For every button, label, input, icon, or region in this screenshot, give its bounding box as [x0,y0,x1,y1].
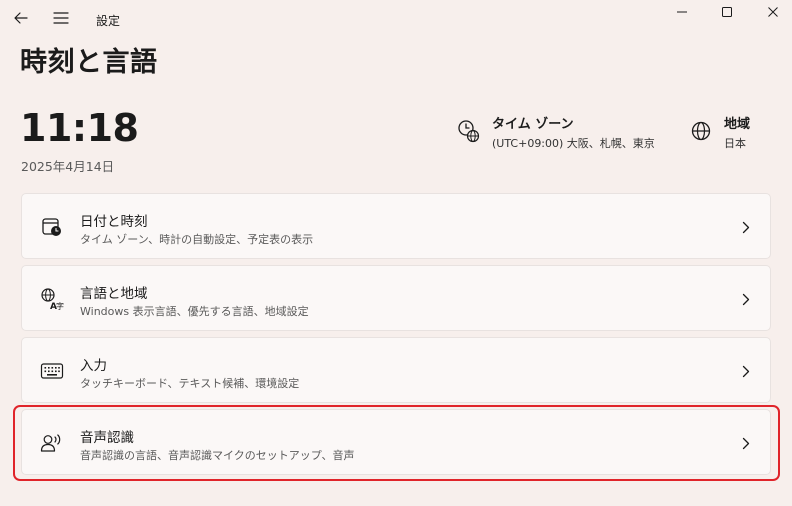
chevron-right-icon [740,363,752,379]
input-card[interactable]: 入力 タッチキーボード、テキスト候補、環境設定 [21,337,771,403]
close-button[interactable] [755,0,791,30]
region-value: 日本 [724,137,746,150]
region-info: 地域 日本 [688,116,750,154]
app-title: 設定 [96,14,121,28]
timezone-info: タイム ゾーン (UTC+09:00) 大阪、札幌、東京 [456,116,655,154]
chevron-right-icon [740,435,752,451]
hamburger-menu-icon [53,12,69,24]
timezone-title: タイム ゾーン [492,117,574,132]
card-icon-wrap [40,215,64,239]
card-subtitle: タイム ゾーン、時計の自動設定、予定表の表示 [80,233,314,246]
card-title: 入力 [80,358,107,374]
minimize-button[interactable] [664,0,700,30]
timezone-icon-wrap [456,118,482,144]
card-title: 言語と地域 [80,286,148,302]
calendar-clock-icon [42,218,61,236]
card-icon-wrap [40,359,64,383]
region-icon-wrap [688,118,714,144]
speech-icon [40,434,61,452]
back-button[interactable] [6,0,36,36]
card-title: 日付と時刻 [80,214,148,230]
chevron-right-icon [740,291,752,307]
title-bar: 設定 [0,0,792,36]
close-icon [768,7,778,17]
svg-text:字: 字 [56,301,64,311]
back-arrow-icon [14,12,28,24]
card-icon-wrap: A 字 [40,287,64,311]
language-icon: A 字 [41,288,64,311]
card-subtitle: 音声認識の言語、音声認識マイクのセットアップ、音声 [80,449,355,462]
card-subtitle: Windows 表示言語、優先する言語、地域設定 [80,305,309,318]
keyboard-icon [40,363,64,379]
chevron-right-icon [740,219,752,235]
language-region-card[interactable]: A 字 言語と地域 Windows 表示言語、優先する言語、地域設定 [21,265,771,331]
timezone-clock-globe-icon [458,120,480,143]
menu-button[interactable] [46,0,76,36]
card-subtitle: タッチキーボード、テキスト候補、環境設定 [80,377,300,390]
current-time: 11:18 [20,106,139,150]
page-title: 時刻と言語 [20,47,158,78]
minimize-icon [677,11,687,13]
maximize-icon [722,7,732,17]
maximize-button[interactable] [709,0,745,30]
date-time-card[interactable]: 日付と時刻 タイム ゾーン、時計の自動設定、予定表の表示 [21,193,771,259]
region-title: 地域 [724,117,751,132]
current-date: 2025年4月14日 [21,159,115,174]
speech-card[interactable]: 音声認識 音声認識の言語、音声認識マイクのセットアップ、音声 [21,409,771,475]
card-icon-wrap [40,431,64,455]
globe-icon [691,121,711,141]
timezone-value: (UTC+09:00) 大阪、札幌、東京 [492,137,655,150]
card-title: 音声認識 [80,430,134,446]
